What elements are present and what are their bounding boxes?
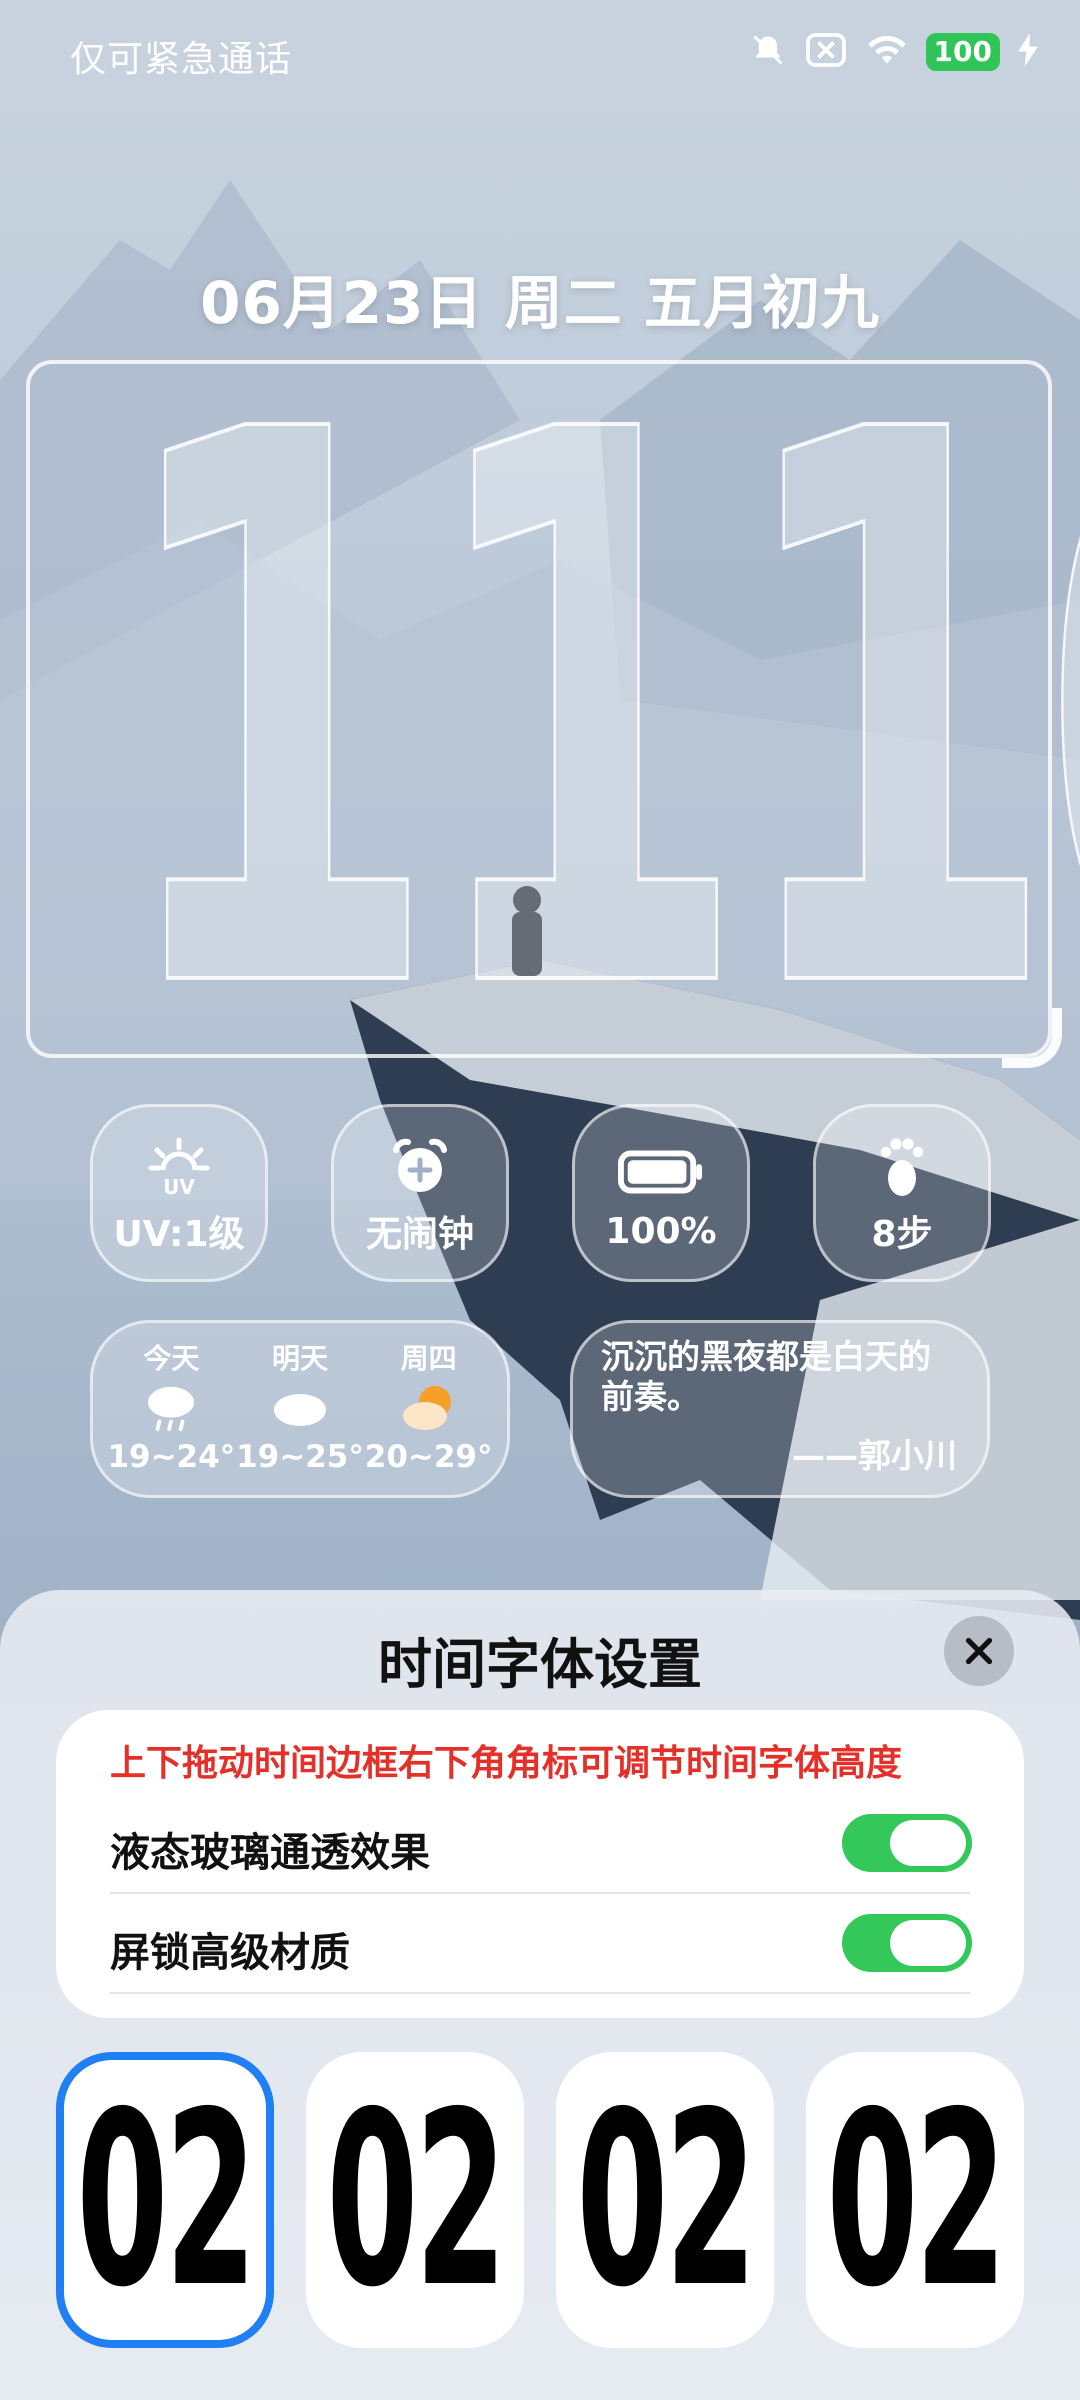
alarm-widget[interactable]: 无闹钟 (331, 1104, 509, 1282)
setting-row-liquid-glass: 液态玻璃通透效果 (110, 1796, 972, 1894)
toggle-knob (890, 1920, 966, 1966)
close-icon (965, 1637, 993, 1665)
settings-card: 上下拖动时间边框右下角角标可调节时间字体高度 液态玻璃通透效果 屏锁高级材质 (56, 1710, 1024, 2018)
no-sim-icon (804, 32, 848, 72)
uv-label: UV:1级 (113, 1214, 245, 1255)
steps-label: 8步 (871, 1214, 933, 1255)
battery-widget[interactable]: 100% (572, 1104, 750, 1282)
widget-row: UV UV:1级 无闹钟 100% 8步 (90, 1104, 991, 1282)
footprint-icon (872, 1129, 932, 1203)
font-option-1[interactable]: 02 (56, 2052, 274, 2348)
sheet-title: 时间字体设置 (378, 1633, 702, 1696)
clock-frame (26, 360, 1062, 1068)
premium-material-toggle[interactable] (842, 1914, 972, 1972)
sun-cloud-icon (399, 1377, 459, 1439)
battery-icon: 100 (925, 33, 1000, 71)
uv-widget[interactable]: UV UV:1级 (90, 1104, 268, 1282)
weather-day: 周四 20~29° (364, 1342, 493, 1475)
svg-text:UV: UV (163, 1175, 195, 1198)
font-option-2[interactable]: 02 (306, 2052, 524, 2348)
setting-row-premium-material: 屏锁高级材质 (110, 1896, 972, 1994)
steps-widget[interactable]: 8步 (813, 1104, 991, 1282)
weather-widget[interactable]: 今天 19~24° 明天 19~25° 周四 20~29° (90, 1320, 510, 1498)
cloud-icon (270, 1377, 330, 1439)
liquid-glass-toggle[interactable] (842, 1814, 972, 1872)
setting-label: 屏锁高级材质 (110, 1930, 350, 1976)
quote-widget[interactable]: 沉沉的黑夜都是白天的前奏。 ——郭小川 (570, 1320, 990, 1498)
alarm-label: 无闹钟 (365, 1214, 474, 1255)
font-option-3[interactable]: 02 (556, 2052, 774, 2348)
quote-text: 沉沉的黑夜都是白天的前奏。 (601, 1337, 931, 1416)
time-font-settings-sheet: 时间字体设置 上下拖动时间边框右下角角标可调节时间字体高度 液态玻璃通透效果 屏… (0, 1590, 1080, 2400)
font-option-4[interactable]: 02 (806, 2052, 1024, 2348)
status-bar: 仅可紧急通话 100 (0, 0, 1080, 110)
quote-author: ——郭小川 (792, 1436, 957, 1475)
alarm-icon (388, 1129, 452, 1203)
close-button[interactable] (944, 1616, 1014, 1686)
weather-day: 明天 19~25° (236, 1342, 364, 1475)
battery-label: 100% (605, 1210, 717, 1252)
resize-hint: 上下拖动时间边框右下角角标可调节时间字体高度 (110, 1743, 903, 1784)
mute-icon (750, 32, 786, 72)
rain-cloud-icon (142, 1377, 200, 1439)
setting-label: 液态玻璃通透效果 (110, 1830, 430, 1876)
uv-icon: UV (147, 1129, 211, 1203)
font-options: 02 02 02 02 (56, 2052, 1024, 2348)
wifi-icon (866, 33, 908, 71)
carrier-text: 仅可紧急通话 (70, 39, 293, 80)
battery-icon (618, 1135, 704, 1209)
charging-icon (1018, 33, 1038, 71)
weather-day: 今天 19~24° (107, 1342, 236, 1475)
toggle-knob (890, 1820, 966, 1866)
